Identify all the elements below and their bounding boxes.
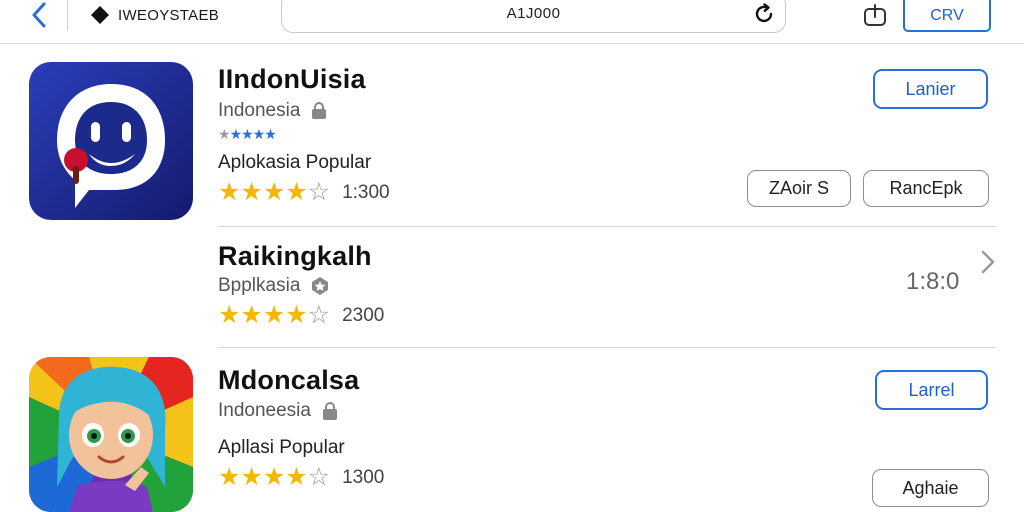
app-rating: ★★★★☆ 1300 bbox=[218, 465, 384, 490]
app-icon-mdoncalsa[interactable] bbox=[29, 357, 193, 512]
address-bar[interactable]: A1J000 bbox=[281, 0, 786, 33]
reload-button[interactable] bbox=[751, 1, 777, 27]
rating-count: 1:300 bbox=[342, 181, 390, 203]
lock-icon bbox=[312, 102, 327, 119]
side-value: 1:8:0 bbox=[906, 268, 960, 295]
secondary-button[interactable]: ZAoir S bbox=[747, 170, 851, 207]
app-category: Aplokasia Popular bbox=[218, 152, 372, 173]
mini-rating: ★★★★★ bbox=[218, 126, 277, 142]
chat-face-icon bbox=[29, 62, 193, 220]
share-button[interactable] bbox=[861, 2, 889, 28]
app-subtitle-text: Indonesia bbox=[218, 100, 301, 121]
brand[interactable]: IWEOYSTAEB bbox=[90, 4, 219, 26]
rating-count: 1300 bbox=[342, 466, 385, 488]
app-rating: ★★★★☆ 1:300 bbox=[218, 180, 390, 205]
row-divider bbox=[218, 347, 996, 348]
avatar-girl-icon bbox=[29, 357, 193, 512]
chevron-right-icon[interactable] bbox=[977, 248, 999, 278]
star-rating: ★★★★☆ bbox=[218, 178, 331, 206]
app-icon-indonuisia[interactable] bbox=[29, 62, 193, 220]
reload-icon bbox=[755, 3, 773, 23]
app-category: Apllasi Popular bbox=[218, 437, 345, 458]
app-subtitle-text: Indoneesia bbox=[218, 400, 311, 421]
app-subtitle: Indonesia bbox=[218, 100, 328, 122]
app-subtitle-text: Bpplkasia bbox=[218, 275, 301, 296]
badge-star-icon bbox=[312, 277, 329, 295]
top-action-button[interactable]: CRV bbox=[903, 0, 991, 32]
star-rating: ★★★★☆ bbox=[218, 301, 331, 329]
address-text: A1J000 bbox=[506, 5, 561, 22]
open-button[interactable]: Larrel bbox=[875, 370, 988, 410]
app-name[interactable]: Raikingkalh bbox=[218, 241, 372, 272]
open-button[interactable]: Lanier bbox=[873, 69, 988, 109]
app-subtitle: Bpplkasia bbox=[218, 275, 330, 297]
app-rating: ★★★★☆ 2300 bbox=[218, 303, 384, 328]
brand-name: IWEOYSTAEB bbox=[118, 6, 220, 24]
share-icon bbox=[864, 4, 886, 26]
app-name[interactable]: IIndonUisia bbox=[218, 64, 366, 95]
back-button[interactable] bbox=[22, 0, 56, 30]
row-divider bbox=[218, 226, 996, 227]
top-bar: IWEOYSTAEB A1J000 CRV bbox=[0, 0, 1024, 44]
secondary-button[interactable]: RancEpk bbox=[863, 170, 989, 207]
star-rating: ★★★★☆ bbox=[218, 463, 331, 491]
secondary-button[interactable]: Aghaie bbox=[872, 469, 989, 507]
app-subtitle: Indoneesia bbox=[218, 400, 339, 422]
rating-count: 2300 bbox=[342, 304, 385, 326]
divider bbox=[67, 0, 68, 30]
chevron-left-icon bbox=[32, 2, 46, 28]
diamond-logo-icon bbox=[91, 6, 109, 24]
app-name[interactable]: Mdoncalsa bbox=[218, 365, 359, 396]
lock-icon bbox=[322, 402, 337, 420]
